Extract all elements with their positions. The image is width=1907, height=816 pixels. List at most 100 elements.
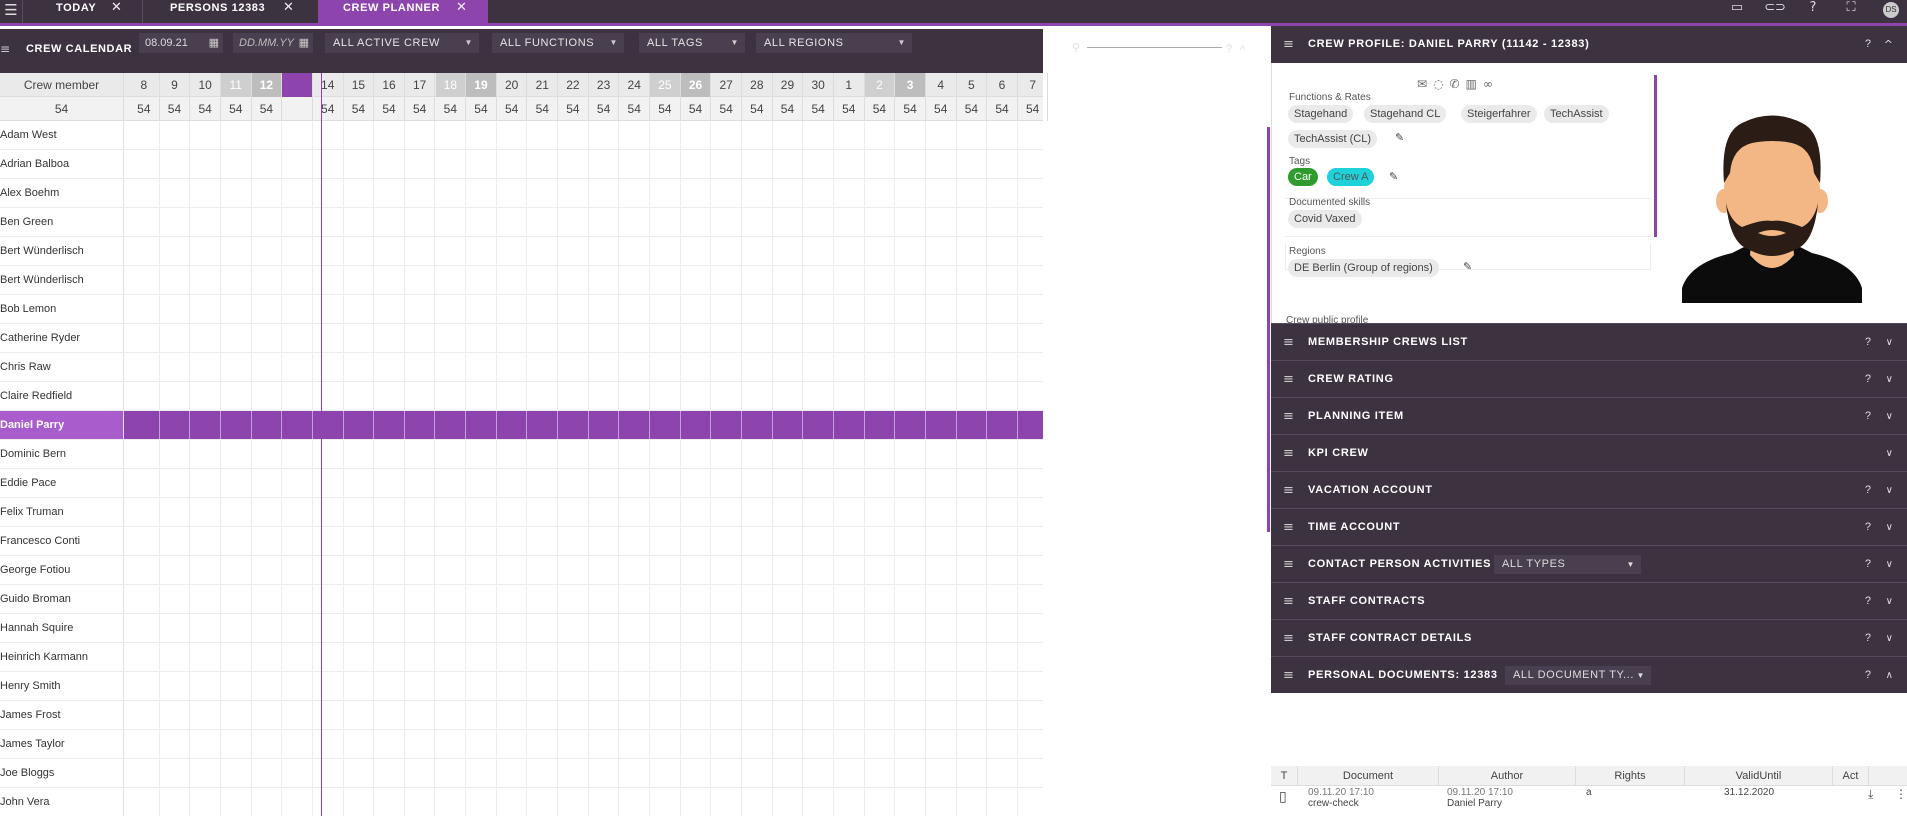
calendar-cell[interactable] [436,759,467,787]
calendar-cell[interactable] [589,527,620,555]
calendar-cell[interactable] [129,498,160,526]
collapse-button[interactable]: ^ [1884,26,1893,63]
calendar-cell[interactable] [803,266,834,294]
calendar-cell[interactable] [742,121,773,149]
calendar-cell[interactable] [834,788,865,816]
calendar-cell[interactable] [803,759,834,787]
calendar-cell[interactable] [466,643,497,671]
col-document[interactable]: Document [1298,766,1439,786]
calendar-cell[interactable] [803,150,834,178]
calendar-cell[interactable] [190,237,221,265]
calendar-cell[interactable] [405,585,436,613]
calendar-cell[interactable] [160,237,191,265]
calendar-cell[interactable] [773,759,804,787]
calendar-cell[interactable] [803,672,834,700]
calendar-cell[interactable] [650,469,681,497]
calendar-cell[interactable] [589,498,620,526]
chevron-down-icon[interactable]: ∨ [1886,620,1893,657]
calendar-cell[interactable] [313,237,344,265]
chevron-down-icon[interactable]: ∨ [1886,324,1893,361]
calendar-cell[interactable] [160,614,191,642]
calendar-cell[interactable] [160,643,191,671]
calendar-cell[interactable] [987,440,1018,468]
calendar-cell[interactable] [160,585,191,613]
calendar-cell[interactable] [619,701,651,729]
mail-icon[interactable]: ✉ [1417,77,1433,91]
calendar-cell[interactable] [803,498,834,526]
calendar-cell[interactable] [497,469,528,497]
calendar-cell[interactable] [405,324,436,352]
calendar-cell[interactable] [313,759,344,787]
calendar-cell[interactable] [466,759,497,787]
calendar-cell[interactable] [405,527,436,555]
calendar-cell[interactable] [282,527,313,555]
section-membership-crews-list[interactable]: ≡ MEMBERSHIP CREWS LIST? ∨ [1271,323,1907,360]
calendar-cell[interactable] [190,295,221,323]
calendar-cell[interactable] [865,353,896,381]
calendar-cell[interactable] [558,266,589,294]
crew-row[interactable]: Francesco Conti [0,527,1043,556]
calendar-cell[interactable] [405,295,436,323]
calendar-cell[interactable] [313,701,344,729]
crew-row[interactable]: Claire Redfield [0,382,1043,411]
calendar-cell[interactable] [374,150,405,178]
calendar-cell[interactable] [589,585,620,613]
crew-row[interactable]: Ben Green [0,208,1043,237]
day-header[interactable]: 3 [895,73,926,97]
map-icon[interactable]: ▥ [1466,77,1483,91]
crew-member-name[interactable]: Eddie Pace [0,469,124,497]
calendar-cell[interactable] [803,353,834,381]
calendar-cell[interactable] [344,179,375,207]
calendar-cell[interactable] [589,440,620,468]
calendar-cell[interactable] [711,179,742,207]
calendar-cell[interactable] [681,295,712,323]
calendar-cell[interactable] [987,498,1018,526]
calendar-cell[interactable] [742,324,773,352]
calendar-cell[interactable] [405,411,436,439]
calendar-cell[interactable] [466,295,497,323]
calendar-cell[interactable] [466,237,497,265]
help-button[interactable]: ? [1865,657,1871,694]
calendar-cell[interactable] [252,266,283,294]
calendar-cell[interactable] [374,382,405,410]
calendar-cell[interactable] [895,150,926,178]
calendar-cell[interactable] [497,527,528,555]
calendar-cell[interactable] [711,208,742,236]
crew-row[interactable]: Bob Lemon [0,295,1043,324]
calendar-cell[interactable] [711,469,742,497]
calendar-cell[interactable] [527,208,559,236]
day-header[interactable]: 23 [589,73,620,97]
calendar-cell[interactable] [681,411,712,439]
calendar-cell[interactable] [987,121,1018,149]
collapse-button[interactable]: ^ [1240,44,1245,56]
calendar-cell[interactable] [282,440,313,468]
calendar-cell[interactable] [650,759,681,787]
calendar-cell[interactable] [190,266,221,294]
calendar-cell[interactable] [221,643,252,671]
calendar-cell[interactable] [282,498,313,526]
calendar-cell[interactable] [773,643,804,671]
calendar-cell[interactable] [619,730,651,758]
calendar-cell[interactable] [865,179,896,207]
calendar-cell[interactable] [742,672,773,700]
day-header[interactable]: 30 [803,73,834,97]
calendar-cell[interactable] [865,788,896,816]
calendar-cell[interactable] [742,788,773,816]
calendar-cell[interactable] [527,788,559,816]
calendar-cell[interactable] [405,730,436,758]
calendar-cell[interactable] [773,672,804,700]
calendar-cell[interactable] [987,382,1018,410]
calendar-cell[interactable] [129,788,160,816]
calendar-cell[interactable] [650,237,681,265]
calendar-cell[interactable] [834,759,865,787]
calendar-cell[interactable] [344,585,375,613]
calendar-cell[interactable] [405,759,436,787]
calendar-cell[interactable] [129,440,160,468]
calendar-cell[interactable] [865,527,896,555]
calendar-cell[interactable] [834,556,865,584]
calendar-cell[interactable] [711,759,742,787]
menu-icon[interactable]: ≡ [1283,398,1294,435]
calendar-cell[interactable] [436,701,467,729]
calendar-cell[interactable] [650,701,681,729]
calendar-cell[interactable] [190,527,221,555]
